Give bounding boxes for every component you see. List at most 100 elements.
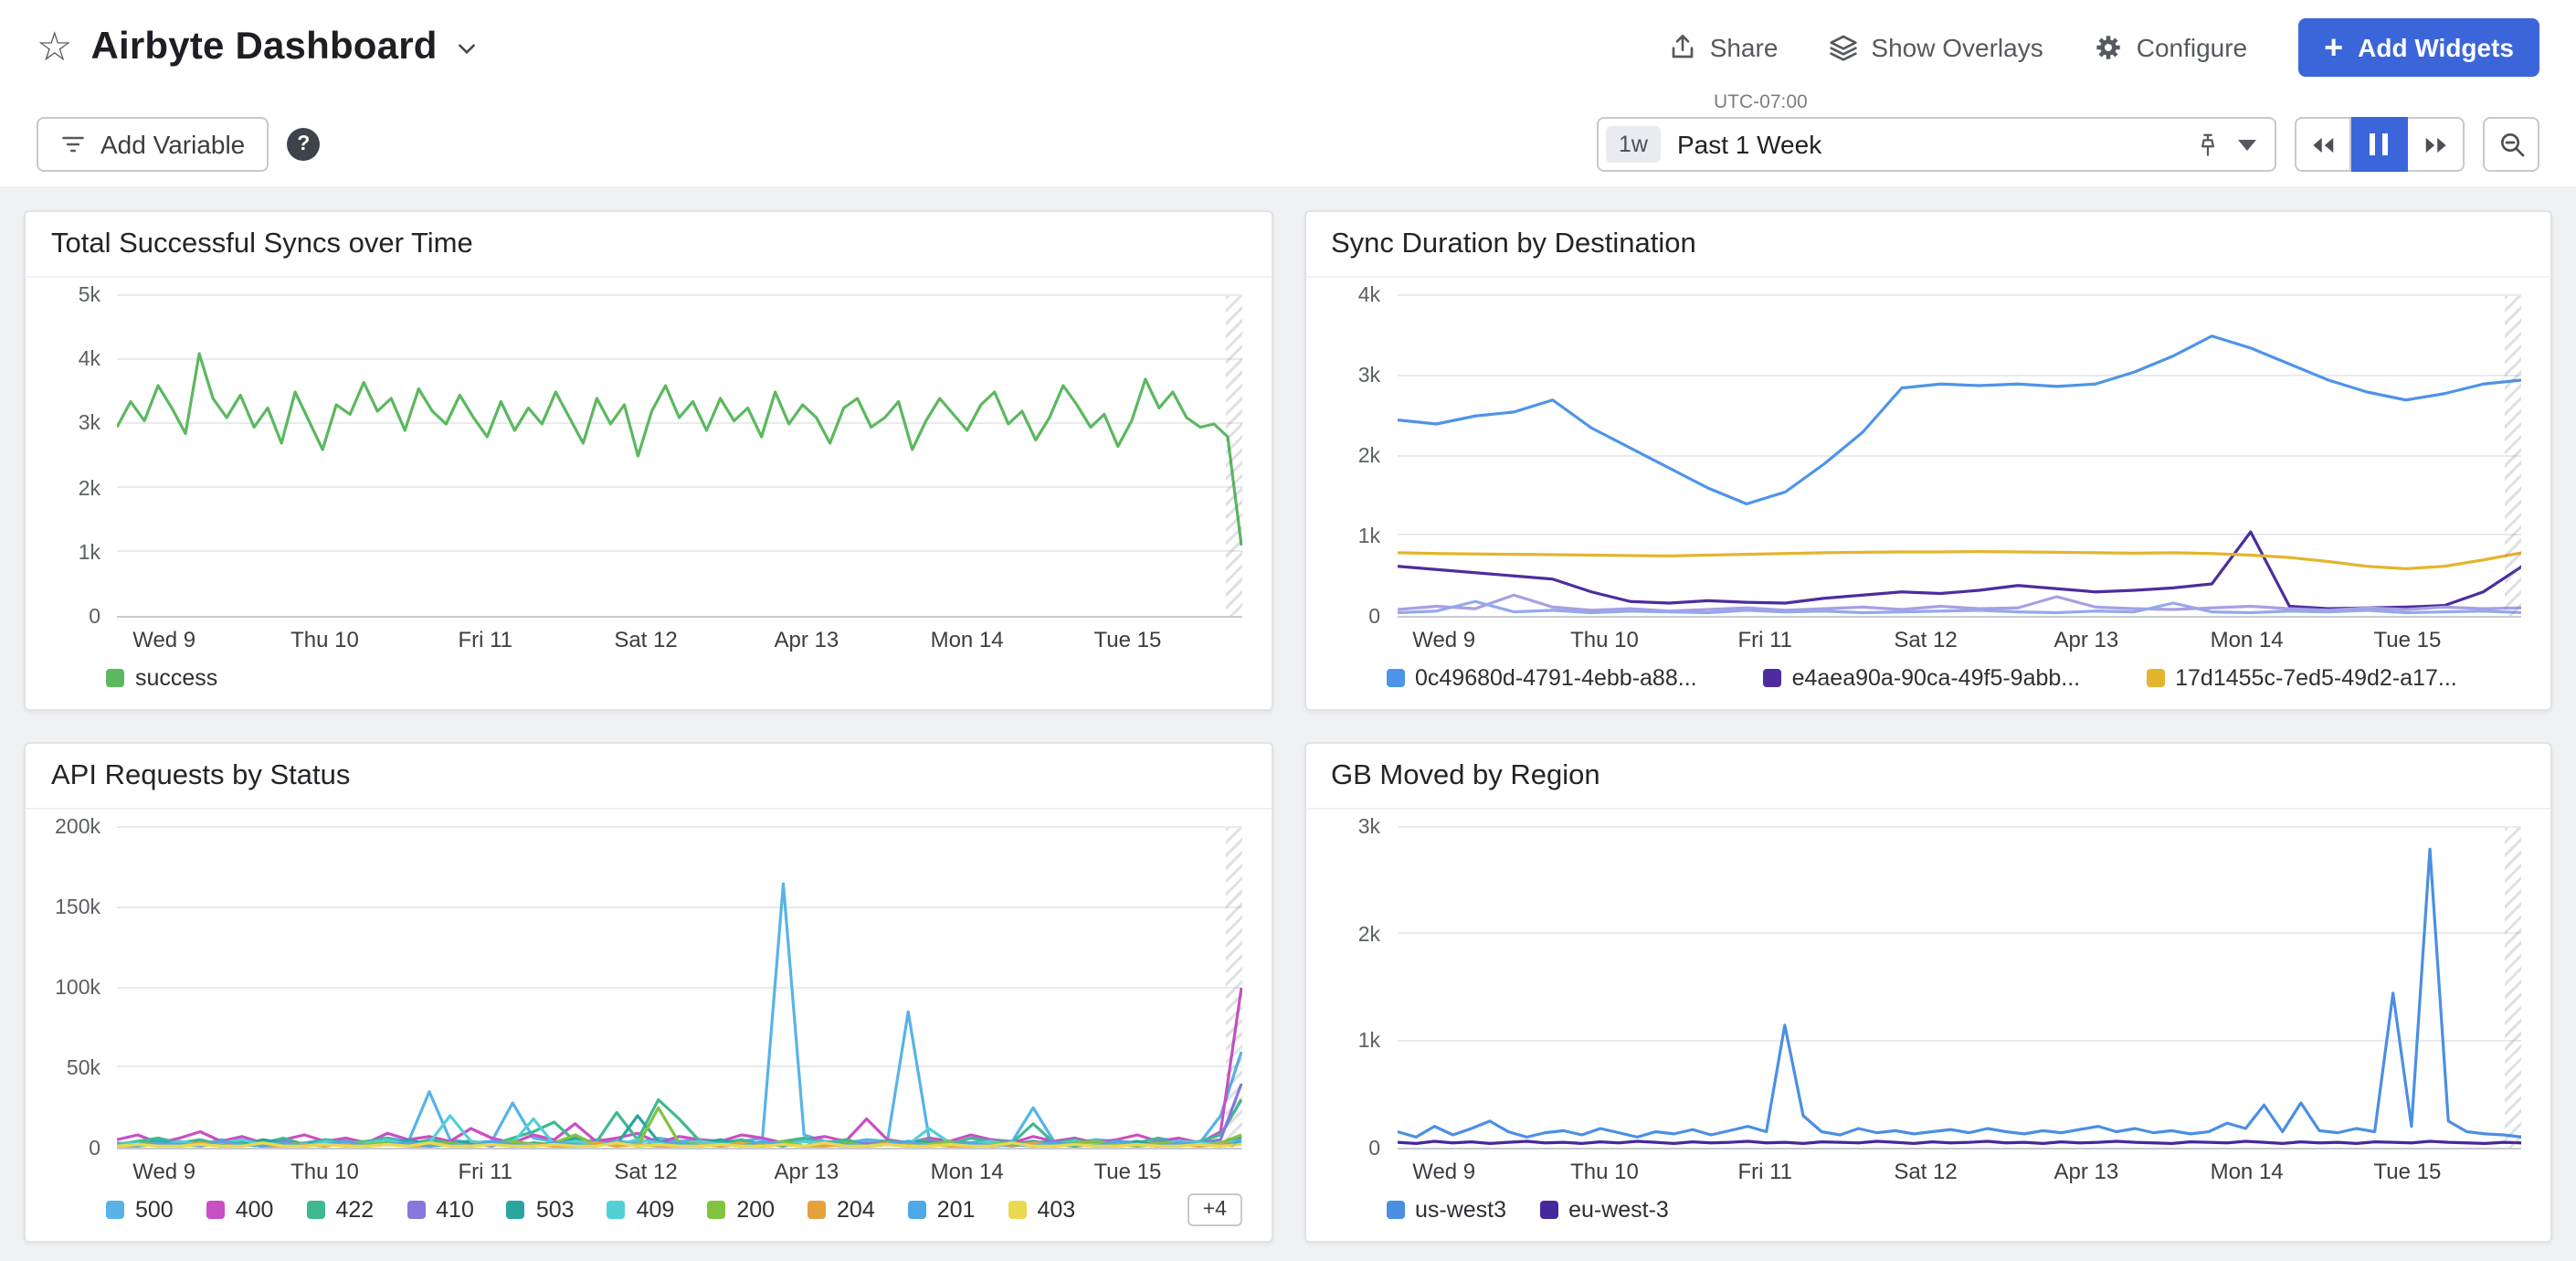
legend-swatch xyxy=(1763,669,1781,687)
x-tick-label: Mon 14 xyxy=(931,627,1004,652)
time-picker-group: UTC-07:00 1w Past 1 Week xyxy=(1597,91,2276,172)
y-tick-label: 2k xyxy=(79,478,100,500)
legend-item[interactable]: 201 xyxy=(908,1197,976,1223)
legend-item[interactable]: 500 xyxy=(106,1197,174,1223)
x-tick-label: Wed 9 xyxy=(1412,1159,1475,1184)
configure-button[interactable]: Configure xyxy=(2095,33,2247,62)
y-tick-label: 3k xyxy=(79,414,100,436)
pin-icon[interactable] xyxy=(2194,131,2222,158)
chart-widget: API Requests by Status 050k100k150k200k … xyxy=(24,742,1272,1243)
share-icon xyxy=(1668,33,1697,62)
plot-area[interactable] xyxy=(1397,828,2521,1150)
zoom-out-button[interactable] xyxy=(2483,117,2539,172)
y-tick-label: 150k xyxy=(55,897,100,919)
x-tick-label: Apr 13 xyxy=(2053,627,2118,652)
y-tick-label: 0 xyxy=(1368,607,1380,629)
legend-item[interactable]: 409 xyxy=(607,1197,675,1223)
widget-header[interactable]: API Requests by Status xyxy=(26,744,1271,810)
legend-item[interactable]: 0c49680d-4791-4ebb-a88... xyxy=(1386,665,1697,691)
chart-widget: GB Moved by Region 01k2k3k Wed 9Thu 10Fr… xyxy=(1304,742,2552,1243)
legend-label: 403 xyxy=(1037,1197,1075,1223)
legend-item[interactable]: us-west3 xyxy=(1386,1197,1506,1223)
dashboard-page: ☆ Airbyte Dashboard Share Show Overlays xyxy=(0,0,2576,1261)
legend-label: 409 xyxy=(637,1197,675,1223)
title-group: ☆ Airbyte Dashboard xyxy=(37,26,480,69)
filter-icon xyxy=(60,132,86,157)
y-tick-label: 2k xyxy=(1358,446,1380,468)
legend-item[interactable]: 410 xyxy=(406,1197,474,1223)
widget-header[interactable]: GB Moved by Region xyxy=(1305,744,2550,810)
x-tick-label: Mon 14 xyxy=(2211,627,2284,652)
favorite-star-icon[interactable]: ☆ xyxy=(37,27,72,68)
widget-header[interactable]: Total Successful Syncs over Time xyxy=(26,212,1271,278)
title-dropdown-chevron-icon[interactable] xyxy=(456,36,480,59)
legend-item[interactable]: 200 xyxy=(707,1197,775,1223)
legend-swatch xyxy=(406,1201,425,1219)
x-axis-labels: Wed 9Thu 10Fri 11Sat 12Apr 13Mon 14Tue 1… xyxy=(117,618,1241,654)
plot-area[interactable] xyxy=(1397,296,2521,618)
legend-item[interactable]: e4aea90a-90ca-49f5-9abb... xyxy=(1763,665,2081,691)
legend-item[interactable]: eu-west-3 xyxy=(1539,1197,1669,1223)
chart-canvas xyxy=(117,828,1241,1148)
legend-swatch xyxy=(106,1201,124,1219)
chart-canvas xyxy=(1397,296,2521,616)
y-tick-label: 2k xyxy=(1358,924,1380,946)
plot-area[interactable] xyxy=(117,828,1241,1150)
plot-area[interactable] xyxy=(117,296,1241,618)
add-variable-button[interactable]: Add Variable xyxy=(37,117,269,172)
x-tick-label: Wed 9 xyxy=(132,1159,195,1184)
legend-item[interactable]: 422 xyxy=(306,1197,374,1223)
rewind-button[interactable] xyxy=(2295,117,2351,172)
legend-item[interactable]: 403 xyxy=(1008,1197,1075,1223)
legend-label: 410 xyxy=(436,1197,474,1223)
x-tick-label: Sat 12 xyxy=(1894,1159,1957,1184)
dropdown-caret-icon[interactable] xyxy=(2238,138,2256,151)
y-axis-labels: 050k100k150k200k xyxy=(37,828,117,1150)
legend-item[interactable]: success xyxy=(106,665,217,691)
share-button[interactable]: Share xyxy=(1668,33,1779,62)
time-controls: UTC-07:00 1w Past 1 Week xyxy=(1597,91,2539,172)
x-tick-label: Wed 9 xyxy=(132,627,195,652)
x-tick-label: Thu 10 xyxy=(1570,1159,1639,1184)
legend: 0c49680d-4791-4ebb-a88... e4aea90a-90ca-4… xyxy=(1386,654,2521,702)
y-axis-labels: 01k2k3k4k5k xyxy=(37,296,117,618)
plus-icon: + xyxy=(2324,30,2343,63)
widget-header[interactable]: Sync Duration by Destination xyxy=(1305,212,2550,278)
legend-label: 204 xyxy=(837,1197,875,1223)
time-range-shortcut[interactable]: 1w xyxy=(1606,126,1661,163)
pause-button[interactable] xyxy=(2351,117,2408,172)
help-button[interactable]: ? xyxy=(287,128,320,161)
add-widgets-button[interactable]: + Add Widgets xyxy=(2298,18,2539,77)
legend-item[interactable]: 17d1455c-7ed5-49d2-a17... xyxy=(2146,665,2457,691)
show-overlays-button[interactable]: Show Overlays xyxy=(1829,33,2043,62)
configure-label: Configure xyxy=(2137,33,2247,62)
y-axis-labels: 01k2k3k xyxy=(1316,828,1397,1150)
y-tick-label: 5k xyxy=(79,285,100,307)
legend-item[interactable]: 204 xyxy=(808,1197,875,1223)
x-tick-label: Fri 11 xyxy=(1737,627,1792,652)
y-tick-label: 1k xyxy=(1358,526,1380,548)
x-tick-label: Apr 13 xyxy=(774,1159,839,1184)
x-tick-label: Sat 12 xyxy=(614,627,677,652)
widget-title: API Requests by Status xyxy=(51,760,350,791)
forward-button[interactable] xyxy=(2408,117,2465,172)
y-tick-label: 3k xyxy=(1358,817,1380,839)
legend-more-badge[interactable]: +4 xyxy=(1188,1193,1241,1226)
rewind-icon xyxy=(2309,131,2337,158)
legend-item[interactable]: 400 xyxy=(206,1197,274,1223)
x-tick-label: Tue 15 xyxy=(1093,627,1161,652)
legend-item[interactable]: 503 xyxy=(507,1197,575,1223)
y-tick-label: 1k xyxy=(79,543,100,565)
pause-icon xyxy=(2370,133,2389,155)
legend-swatch xyxy=(908,1201,926,1219)
legend: 500 400 422 410 503 409 200 204 201 403 +4 xyxy=(106,1186,1241,1234)
legend-label: us-west3 xyxy=(1415,1197,1506,1223)
time-range-picker[interactable]: 1w Past 1 Week xyxy=(1597,117,2276,172)
show-overlays-label: Show Overlays xyxy=(1871,33,2043,62)
legend-swatch xyxy=(507,1201,525,1219)
widget-grid: Total Successful Syncs over Time 01k2k3k… xyxy=(0,186,2576,1243)
series-line xyxy=(1397,552,2521,569)
legend-label: 0c49680d-4791-4ebb-a88... xyxy=(1415,665,1697,691)
chart-canvas xyxy=(1397,828,2521,1148)
legend: us-west3 eu-west-3 xyxy=(1386,1186,2521,1234)
